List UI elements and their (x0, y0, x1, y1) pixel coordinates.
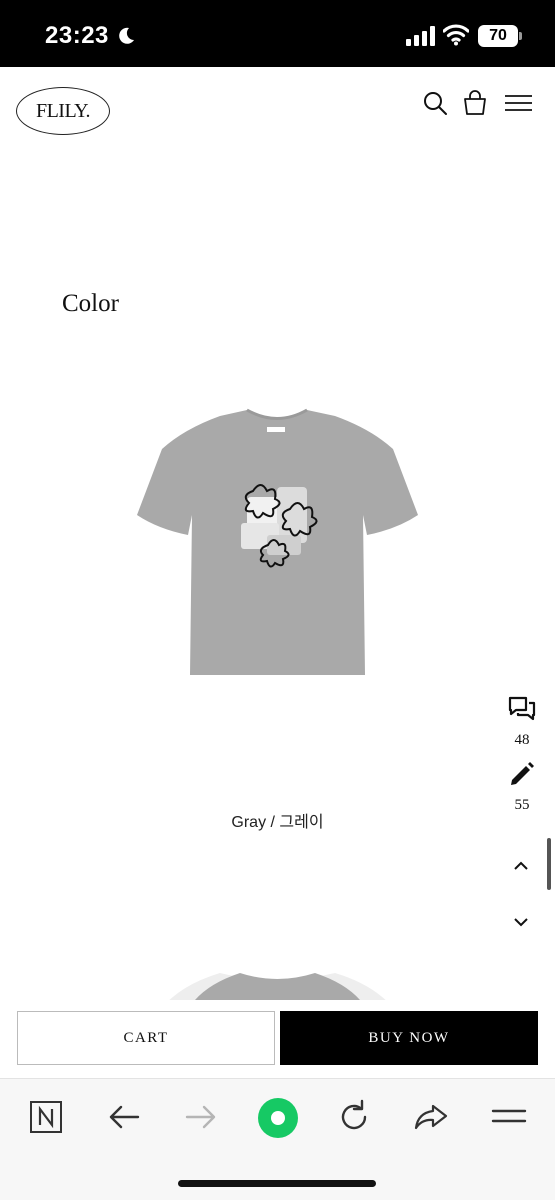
review-count: 55 (514, 797, 530, 813)
page: 23:23 70 FLILY. Color Gray / 그레이 48 55 C… (0, 0, 555, 1200)
qna-count: 48 (514, 732, 530, 748)
wifi-icon (443, 24, 469, 46)
cart-button[interactable]: CART (17, 1011, 275, 1065)
share-icon[interactable] (411, 1097, 451, 1137)
battery-cap (519, 32, 522, 40)
reload-icon[interactable] (334, 1097, 374, 1137)
brand-logo[interactable]: FLILY. (16, 87, 110, 135)
chat-bubbles-icon (508, 696, 536, 721)
purchase-action-bar: CART BUY NOW (0, 1000, 555, 1078)
home-indicator (178, 1180, 376, 1187)
status-bar: 23:23 70 (0, 0, 555, 67)
n-icon[interactable] (28, 1099, 68, 1139)
chevron-down-icon[interactable] (512, 913, 530, 931)
review-shortcut[interactable]: 55 (502, 760, 542, 814)
signal-icon (406, 26, 435, 46)
scrollbar-thumb[interactable] (547, 838, 551, 890)
search-icon[interactable] (421, 89, 449, 117)
shopping-bag-icon[interactable] (461, 89, 489, 117)
back-arrow-icon[interactable] (104, 1097, 144, 1137)
browser-menu-icon[interactable] (489, 1097, 529, 1137)
buy-now-button[interactable]: BUY NOW (280, 1011, 538, 1065)
color-name-label: Gray / 그레이 (231, 814, 324, 831)
pencil-icon (511, 762, 534, 785)
site-header: FLILY. (0, 67, 555, 157)
qna-shortcut[interactable]: 48 (502, 695, 542, 749)
section-title: Color (62, 290, 119, 317)
home-green-icon[interactable] (256, 1096, 300, 1140)
battery-indicator: 70 (478, 25, 518, 47)
hamburger-menu-icon[interactable] (504, 89, 532, 117)
gray-tshirt-image (137, 408, 418, 675)
forward-arrow-icon[interactable] (181, 1097, 221, 1137)
chevron-up-icon[interactable] (512, 857, 530, 875)
moon-icon (119, 27, 134, 44)
status-time: 23:23 (45, 22, 109, 49)
